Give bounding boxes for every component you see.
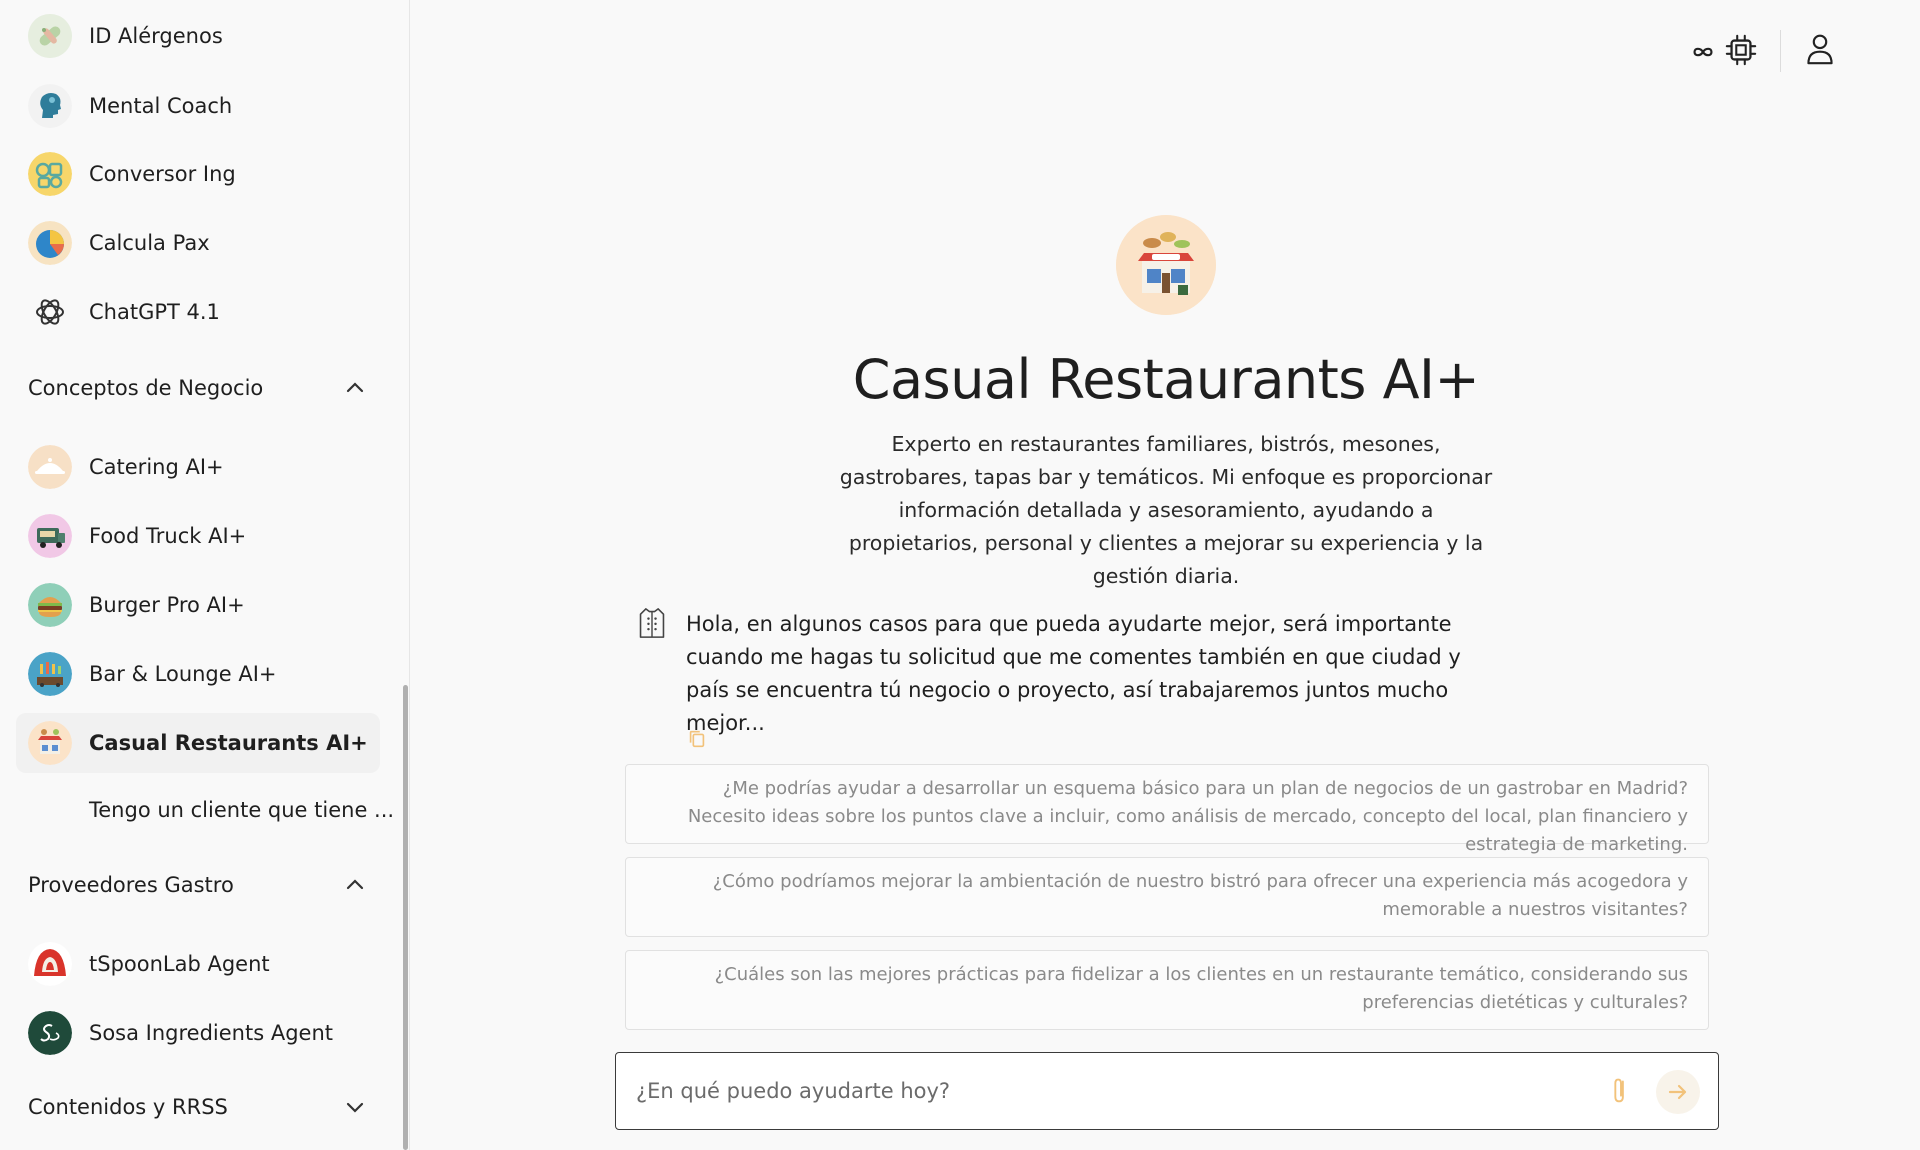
infinity-icon[interactable] bbox=[1690, 40, 1716, 64]
sidebar-item-label: Burger Pro AI+ bbox=[89, 593, 245, 617]
sidebar-item-id-alergenos[interactable]: ID Alérgenos bbox=[16, 6, 380, 66]
sidebar-item-label: Casual Restaurants AI+ bbox=[89, 731, 368, 755]
suggestion-text: ¿Me podrías ayudar a desarrollar un esqu… bbox=[687, 778, 1688, 855]
sidebar-item-label: tSpoonLab Agent bbox=[89, 952, 270, 976]
suggestion-text: ¿Cuáles son las mejores prácticas para f… bbox=[714, 964, 1688, 1013]
converter-icon bbox=[28, 152, 72, 196]
suggestion-card[interactable]: ¿Me podrías ayudar a desarrollar un esqu… bbox=[625, 764, 1709, 855]
suggestion-card[interactable]: ¿Cómo podríamos mejorar la ambientación … bbox=[625, 857, 1709, 937]
sidebar-item-bar-lounge[interactable]: Bar & Lounge AI+ bbox=[16, 644, 380, 704]
arrow-right-icon bbox=[1668, 1084, 1687, 1100]
sidebar-item-label: Food Truck AI+ bbox=[89, 524, 247, 548]
header-divider bbox=[1780, 30, 1781, 72]
sidebar-item-label: Calcula Pax bbox=[89, 231, 210, 255]
suggestion-text: ¿Cómo podríamos mejorar la ambientación … bbox=[712, 871, 1688, 920]
section-title: Conceptos de Negocio bbox=[28, 376, 264, 400]
conversation-item[interactable]: Tengo un cliente que tiene ... bbox=[89, 798, 394, 822]
sidebar-item-conversor-ing[interactable]: Conversor Ing bbox=[16, 144, 380, 204]
sidebar-item-chatgpt[interactable]: ChatGPT 4.1 bbox=[16, 282, 380, 342]
sidebar-item-casual-restaurants[interactable]: Casual Restaurants AI+ bbox=[16, 713, 380, 773]
restaurant-icon bbox=[1116, 215, 1216, 315]
paperclip-icon[interactable] bbox=[1604, 1073, 1640, 1109]
chat-input-box bbox=[615, 1052, 1719, 1130]
sidebar-item-mental-coach[interactable]: Mental Coach bbox=[16, 76, 380, 136]
assistant-avatar bbox=[1116, 215, 1216, 315]
sidebar-item-label: ID Alérgenos bbox=[89, 24, 223, 48]
head-silhouette-icon bbox=[28, 84, 72, 128]
catering-cloche-icon bbox=[28, 445, 72, 489]
assistant-title: Casual Restaurants AI+ bbox=[852, 348, 1480, 411]
sidebar-item-catering[interactable]: Catering AI+ bbox=[16, 437, 380, 497]
sosa-logo-icon bbox=[28, 1011, 72, 1055]
assistant-description: Experto en restaurantes familiares, bist… bbox=[839, 432, 1493, 588]
sidebar-item-label: Sosa Ingredients Agent bbox=[89, 1021, 333, 1045]
chevron-down-icon bbox=[346, 1102, 364, 1113]
user-icon[interactable] bbox=[1802, 30, 1838, 68]
section-contenidos-rrss[interactable]: Contenidos y RRSS bbox=[28, 1087, 368, 1127]
sidebar-scrollbar[interactable] bbox=[403, 685, 408, 1150]
section-proveedores-gastro[interactable]: Proveedores Gastro bbox=[28, 865, 368, 905]
section-title: Contenidos y RRSS bbox=[28, 1095, 228, 1119]
copy-icon[interactable] bbox=[686, 728, 710, 752]
section-conceptos-negocio[interactable]: Conceptos de Negocio bbox=[28, 368, 368, 408]
sidebar-item-label: Catering AI+ bbox=[89, 455, 224, 479]
restaurant-icon bbox=[28, 721, 72, 765]
chevron-up-icon bbox=[346, 879, 364, 890]
chef-jacket-icon bbox=[637, 606, 671, 644]
sidebar: ID Alérgenos Mental Coach Conversor Ing … bbox=[0, 0, 410, 1150]
send-button[interactable] bbox=[1656, 1070, 1700, 1114]
sidebar-item-label: Bar & Lounge AI+ bbox=[89, 662, 277, 686]
burger-icon bbox=[28, 583, 72, 627]
section-title: Proveedores Gastro bbox=[28, 873, 234, 897]
assistant-greeting-message: Hola, en algunos casos para que pueda ay… bbox=[686, 612, 1461, 735]
sidebar-item-label: Conversor Ing bbox=[89, 162, 236, 186]
sidebar-item-food-truck[interactable]: Food Truck AI+ bbox=[16, 506, 380, 566]
suggestion-card[interactable]: ¿Cuáles son las mejores prácticas para f… bbox=[625, 950, 1709, 1030]
chat-input[interactable] bbox=[636, 1073, 1596, 1109]
pie-chart-icon bbox=[28, 221, 72, 265]
sidebar-item-burger-pro[interactable]: Burger Pro AI+ bbox=[16, 575, 380, 635]
openai-logo-icon bbox=[28, 290, 72, 334]
sidebar-item-sosa[interactable]: Sosa Ingredients Agent bbox=[16, 1003, 380, 1063]
sidebar-item-label: Mental Coach bbox=[89, 94, 233, 118]
sidebar-item-calcula-pax[interactable]: Calcula Pax bbox=[16, 213, 380, 273]
sidebar-item-label: ChatGPT 4.1 bbox=[89, 300, 220, 324]
allergen-pills-icon bbox=[28, 14, 72, 58]
food-truck-icon bbox=[28, 514, 72, 558]
bar-lounge-icon bbox=[28, 652, 72, 696]
chip-icon[interactable] bbox=[1723, 32, 1759, 68]
sidebar-item-tspoonlab[interactable]: tSpoonLab Agent bbox=[16, 934, 380, 994]
chevron-up-icon bbox=[346, 382, 364, 393]
tspoonlab-logo-icon bbox=[28, 942, 72, 986]
